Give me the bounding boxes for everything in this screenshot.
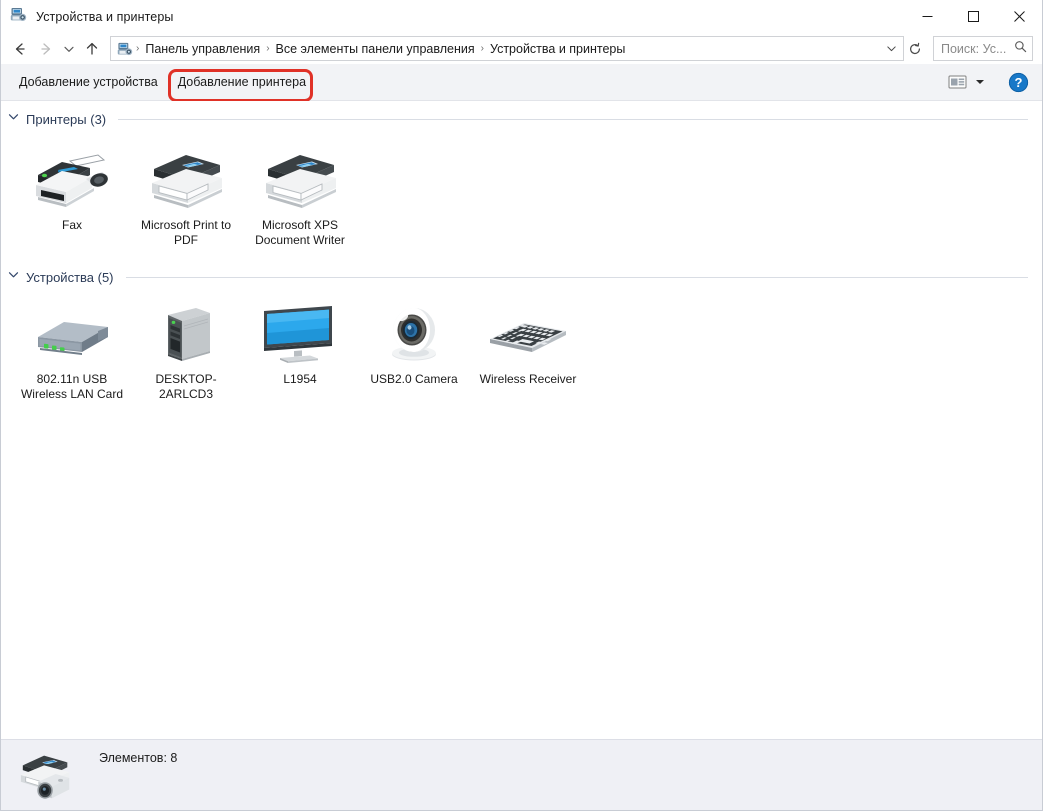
recent-locations-button[interactable] [59,36,79,62]
back-button[interactable] [7,36,33,62]
window-controls [904,0,1042,33]
search-placeholder: Поиск: Ус... [941,42,1011,56]
add-device-button[interactable]: Добавление устройства [9,69,168,95]
search-input[interactable]: Поиск: Ус... [933,36,1033,61]
minimize-button[interactable] [904,0,950,33]
desktop-tower-icon [140,301,232,367]
device-tile-desktop[interactable]: DESKTOP-2ARLCD3 [129,295,243,411]
printers-section-title: Принтеры (3) [26,112,106,127]
section-header-printers[interactable]: Принтеры (3) [1,107,1042,131]
title-bar-left: Устройства и принтеры [1,6,174,28]
breadcrumb-item-devices-printers[interactable]: Устройства и принтеры [485,40,630,58]
printers-grid: Fax [1,131,1042,257]
network-adapter-icon [26,301,118,367]
fax-machine-icon [26,143,118,213]
device-tile-print-to-pdf[interactable]: Microsoft Print to PDF [129,137,243,257]
device-label: 802.11n USB Wireless LAN Card [18,371,126,403]
devices-grid: 802.11n USB Wireless LAN Card [1,289,1042,411]
device-tile-fax[interactable]: Fax [15,137,129,257]
device-tile-wireless-receiver[interactable]: Wireless Receiver [471,295,585,411]
close-button[interactable] [996,0,1042,33]
keyboard-icon [482,301,574,367]
device-label: Wireless Receiver [478,371,579,388]
device-label: Microsoft Print to PDF [132,217,240,249]
device-label: Fax [60,217,84,234]
monitor-icon [254,301,346,367]
printers-collapse-chevron-down-icon[interactable] [7,110,20,128]
address-bar: › Панель управления › Все элементы панел… [1,33,1042,64]
breadcrumb-dropdown-chevron-down-icon[interactable] [882,38,900,60]
breadcrumb-item-all-items[interactable]: Все элементы панели управления [271,40,480,58]
device-label: USB2.0 Camera [368,371,459,388]
window-title: Устройства и принтеры [36,10,174,24]
add-printer-button[interactable]: Добавление принтера [168,69,316,95]
status-bar: Элементов: 8 [1,739,1042,810]
printer-icon [254,143,346,213]
devices-printers-icon [10,6,27,28]
refresh-button[interactable] [904,36,926,61]
content-area: Принтеры (3) [1,101,1042,739]
devices-and-printers-window: Устройства и принтеры [0,0,1043,811]
section-header-devices[interactable]: Устройства (5) [1,265,1042,289]
devices-collapse-chevron-down-icon[interactable] [7,268,20,286]
device-tile-xps-writer[interactable]: Microsoft XPS Document Writer [243,137,357,257]
section-divider [126,277,1028,278]
svg-text:?: ? [1014,75,1022,90]
device-tile-monitor[interactable]: L1954 [243,295,357,411]
device-tile-usb-camera[interactable]: USB2.0 Camera [357,295,471,411]
maximize-button[interactable] [950,0,996,33]
webcam-icon [368,301,460,367]
up-button[interactable] [79,36,105,62]
printer-camera-icon [17,747,77,803]
section-divider [118,119,1028,120]
forward-button[interactable] [33,36,59,62]
control-panel-icon [115,41,135,57]
search-icon[interactable] [1014,40,1027,58]
devices-section-title: Устройства (5) [26,270,114,285]
command-bar: Добавление устройства Добавление принтер… [1,64,1042,101]
breadcrumb[interactable]: › Панель управления › Все элементы панел… [110,36,904,61]
title-bar: Устройства и принтеры [1,0,1042,33]
view-layout-icon[interactable] [944,69,970,95]
help-question-icon[interactable]: ? [1004,68,1032,96]
device-label: DESKTOP-2ARLCD3 [132,371,240,403]
command-bar-right: ? [944,68,1032,96]
printer-icon [140,143,232,213]
device-tile-wireless-lan-card[interactable]: 802.11n USB Wireless LAN Card [15,295,129,411]
device-label: L1954 [281,371,318,388]
breadcrumb-item-control-panel[interactable]: Панель управления [140,40,265,58]
view-options-chevron-down-icon[interactable] [972,69,988,95]
status-item-count: Элементов: 8 [99,751,177,765]
device-label: Microsoft XPS Document Writer [246,217,354,249]
